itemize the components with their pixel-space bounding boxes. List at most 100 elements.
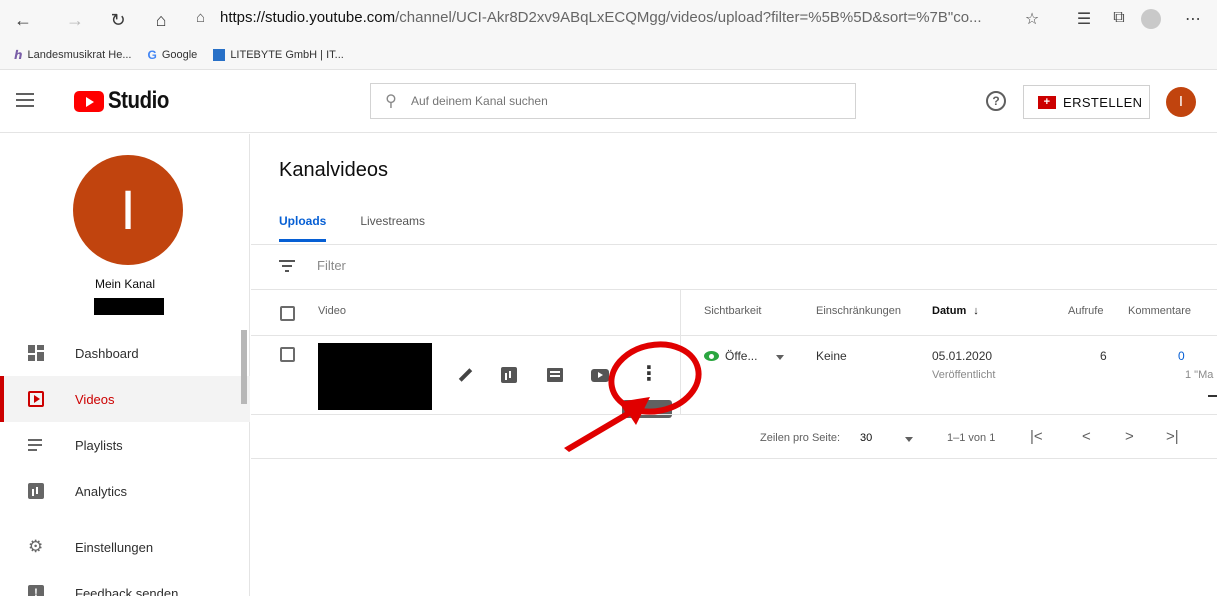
views-value: 6 — [1100, 349, 1107, 363]
tab-uploads[interactable]: Uploads — [279, 214, 327, 242]
eye-icon — [704, 351, 719, 361]
restrictions-value: Keine — [816, 349, 847, 363]
column-header-visibility: Sichtbarkeit — [704, 305, 762, 317]
redacted-channel-handle — [94, 298, 164, 315]
bookmark-label: Landesmusikrat He... — [27, 49, 132, 61]
column-header-restrictions: Einschränkungen — [816, 305, 902, 317]
date-status: Veröffentlicht — [932, 369, 996, 381]
create-label: ERSTELLEN — [1063, 94, 1143, 110]
account-avatar[interactable]: I — [1166, 87, 1196, 117]
sidebar-item-label: Feedback senden — [75, 585, 179, 596]
search-input[interactable] — [411, 94, 831, 108]
search-icon: ⚲ — [385, 93, 397, 110]
tab-livestreams[interactable]: Livestreams — [360, 214, 425, 242]
hamburger-menu-icon[interactable] — [16, 93, 34, 107]
column-header-video: Video — [318, 305, 346, 317]
browser-profile-icon[interactable] — [1141, 9, 1161, 29]
visibility-value: Öffe... — [725, 349, 758, 363]
help-icon[interactable]: ? — [986, 91, 1006, 111]
create-video-icon: + — [1038, 95, 1056, 109]
litebyte-icon — [213, 49, 226, 61]
url-path: /channel/UCI-Akr8D2xv9ABqLxECQMgg/videos… — [395, 9, 982, 26]
sidebar-scrollbar[interactable] — [241, 330, 247, 404]
sidebar-item-analytics[interactable]: Analytics — [0, 468, 250, 514]
edit-details-icon[interactable] — [456, 366, 474, 384]
comments-subtext: 1 "Ma — [1185, 369, 1214, 381]
visibility-select[interactable]: Öffe... — [704, 349, 757, 363]
bookmark-litebyte[interactable]: LITEBYTE GmbH | IT... — [213, 49, 344, 61]
chevron-down-icon[interactable] — [905, 437, 913, 442]
channel-search[interactable]: ⚲ — [370, 83, 856, 119]
page-range: 1–1 von 1 — [947, 432, 996, 444]
url-host: https://studio.youtube.com — [220, 9, 396, 26]
column-header-date[interactable]: Datum ↓ — [932, 305, 979, 317]
divider — [251, 244, 1217, 245]
rows-per-page-select[interactable]: 30 — [860, 432, 872, 444]
video-thumbnail-redacted[interactable] — [318, 343, 432, 410]
column-header-comments[interactable]: Kommentare — [1128, 305, 1191, 317]
column-header-date-label: Datum — [932, 305, 967, 317]
filter-input[interactable]: Filter — [317, 258, 346, 273]
studio-header: Studio ⚲ ? + ERSTELLEN I — [0, 71, 1217, 133]
content-tabs: Uploads Livestreams — [279, 214, 425, 242]
collections-icon[interactable]: ⧉ — [1109, 9, 1129, 27]
filter-icon[interactable] — [279, 259, 295, 272]
sidebar-item-playlists[interactable]: Playlists — [0, 422, 250, 468]
more-options-icon[interactable]: ⋮ — [639, 364, 659, 384]
bookmark-favicon-icon: ℎ — [14, 48, 23, 62]
previous-page-icon[interactable]: < — [1082, 428, 1091, 445]
sidebar-divider — [0, 514, 250, 524]
options-tooltip — [622, 400, 672, 418]
sidebar-item-label: Dashboard — [75, 345, 139, 361]
back-icon[interactable]: ← — [12, 10, 34, 30]
studio-logo[interactable]: Studio — [74, 87, 180, 115]
feedback-icon: ! — [28, 585, 44, 596]
analytics-icon — [28, 483, 44, 499]
date-value: 05.01.2020 — [932, 349, 993, 363]
sidebar-item-settings[interactable]: ⚙ Einstellungen — [0, 524, 250, 570]
favorites-list-icon[interactable]: ☰ — [1074, 9, 1094, 29]
comments-value[interactable]: 0 — [1178, 349, 1185, 363]
chevron-down-icon[interactable] — [776, 355, 784, 360]
sidebar: I Mein Kanal Dashboard Videos Playlists … — [0, 134, 250, 596]
sidebar-item-label: Playlists — [75, 437, 123, 453]
sidebar-nav: Dashboard Videos Playlists Analytics ⚙ E… — [0, 330, 250, 596]
select-all-checkbox[interactable] — [280, 306, 295, 321]
bookmark-landesmusikrat[interactable]: ℎ Landesmusikrat He... — [14, 48, 131, 62]
divider — [251, 458, 1217, 459]
sidebar-item-videos[interactable]: Videos — [0, 376, 250, 422]
sidebar-item-label: Videos — [75, 391, 115, 407]
bookmark-label: LITEBYTE GmbH | IT... — [230, 49, 344, 61]
more-menu-icon[interactable]: ⋯ — [1183, 9, 1203, 29]
first-page-icon[interactable]: |< — [1030, 428, 1043, 445]
sort-arrow-down-icon: ↓ — [973, 305, 979, 317]
rows-per-page-label: Zeilen pro Seite: — [760, 432, 841, 444]
filter-bar[interactable]: Filter — [279, 258, 346, 273]
logo-text: Studio — [108, 87, 169, 114]
horizontal-scroll-indicator — [1208, 395, 1217, 397]
home-icon[interactable]: ⌂ — [150, 10, 172, 30]
playlists-icon — [28, 437, 44, 453]
bookmark-google[interactable]: G Google — [147, 48, 197, 62]
google-icon: G — [147, 48, 157, 62]
last-page-icon[interactable]: >| — [1166, 428, 1179, 445]
channel-name: Mein Kanal — [94, 277, 156, 291]
lock-icon: ⌂ — [196, 9, 206, 26]
refresh-icon[interactable]: ↻ — [107, 10, 129, 30]
youtube-play-icon — [74, 90, 104, 112]
analytics-icon[interactable] — [501, 367, 517, 383]
next-page-icon[interactable]: > — [1125, 428, 1134, 445]
address-bar[interactable]: ⌂ https://studio.youtube.com/channel/UCI-… — [196, 9, 1016, 31]
sidebar-item-feedback[interactable]: ! Feedback senden — [0, 570, 250, 596]
settings-icon: ⚙ — [28, 537, 44, 556]
forward-icon[interactable]: → — [64, 10, 86, 30]
column-header-views[interactable]: Aufrufe — [1068, 305, 1103, 317]
create-button[interactable]: + ERSTELLEN — [1023, 85, 1150, 119]
row-checkbox[interactable] — [280, 347, 295, 362]
sidebar-item-dashboard[interactable]: Dashboard — [0, 330, 250, 376]
channel-avatar[interactable]: I — [73, 155, 183, 265]
view-on-youtube-icon[interactable] — [591, 369, 609, 382]
comments-icon[interactable] — [547, 368, 563, 382]
favorite-star-icon[interactable]: ☆ — [1022, 9, 1042, 29]
dashboard-icon — [28, 345, 44, 361]
